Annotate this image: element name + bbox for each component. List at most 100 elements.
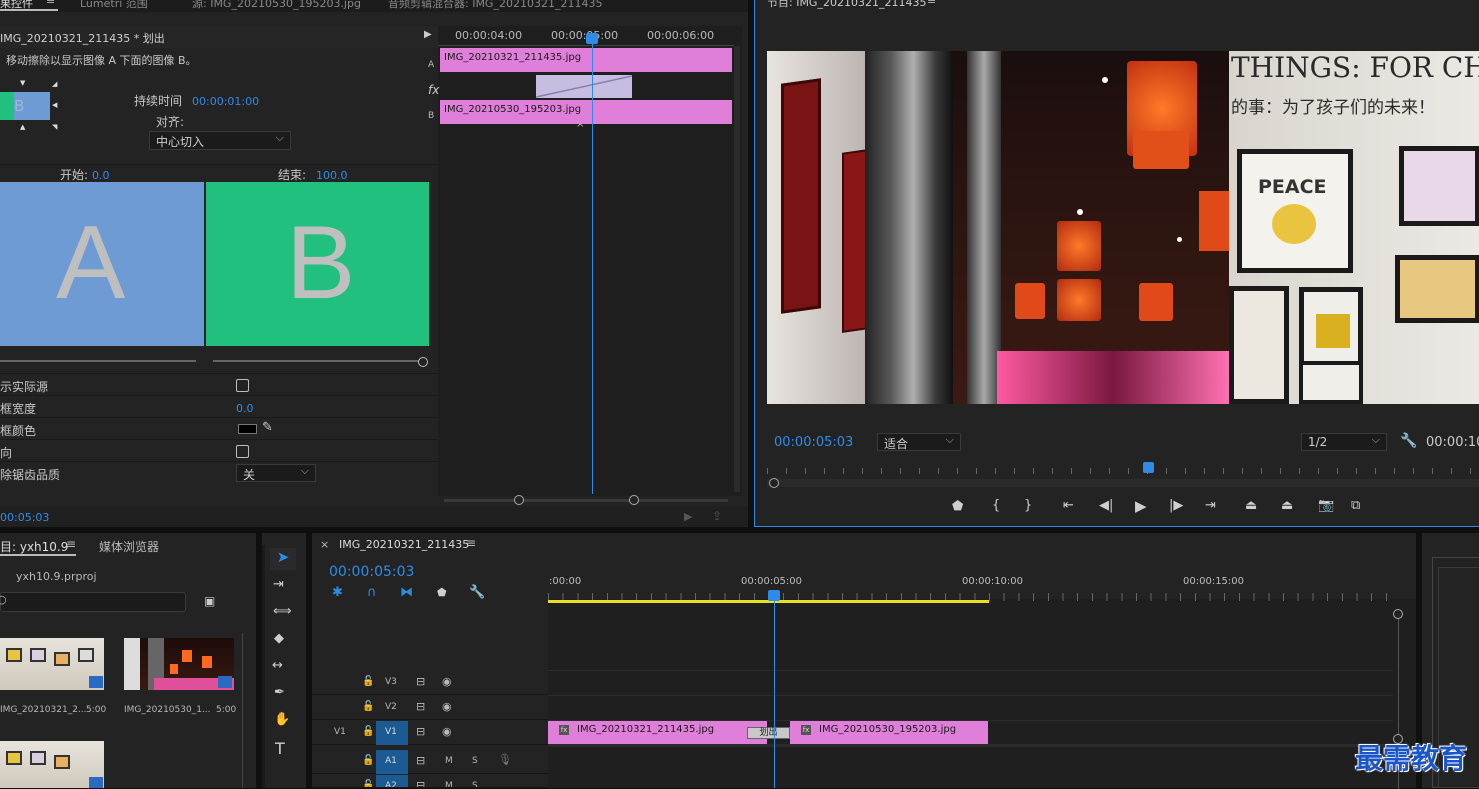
antialias-dropdown[interactable]: 关 (236, 464, 316, 482)
program-menu-icon[interactable]: ≡ (927, 0, 936, 7)
linked-selection-icon[interactable]: ⧓ (400, 585, 413, 600)
tab-project[interactable]: 目: yxh10.9 (0, 538, 68, 555)
lock-icon[interactable]: 🔓 (362, 755, 374, 766)
sync-icon[interactable]: ⊟ (416, 725, 425, 738)
play-only-icon[interactable]: ▶ (424, 29, 432, 40)
add-marker-icon[interactable]: ⬟ (952, 499, 963, 514)
add-marker-icon[interactable]: ⬟ (437, 586, 447, 599)
mini-playhead-handle[interactable] (586, 33, 598, 44)
zoom-handle-right[interactable] (629, 495, 639, 505)
settings-wrench-icon[interactable]: 🔧 (1400, 433, 1417, 449)
thumb-corner-icon[interactable]: ◢ (52, 80, 57, 88)
project-thumb-2[interactable] (124, 638, 234, 690)
go-to-out-icon[interactable]: ⇥ (1205, 498, 1216, 513)
tab-source[interactable]: 源: IMG_20210530_195203.jpg (192, 0, 361, 11)
zoom-handle-left[interactable] (514, 495, 524, 505)
ec-current-time[interactable]: 00:05:03 (0, 511, 49, 524)
selection-tool[interactable]: ➤ (270, 548, 296, 570)
lock-icon[interactable]: 🔓 (362, 780, 374, 787)
program-ruler[interactable] (767, 462, 1479, 476)
mark-in-icon[interactable]: { (992, 498, 1000, 513)
sync-icon[interactable]: ⊟ (416, 700, 425, 713)
eyedropper-icon[interactable]: ✎ (262, 420, 273, 435)
thumb-arrow-icon[interactable]: ▼ (20, 79, 25, 87)
close-sequence-icon[interactable]: × (320, 538, 329, 551)
mic-icon[interactable]: 🎙 (498, 753, 512, 766)
go-to-in-icon[interactable]: ⇤ (1063, 498, 1074, 513)
sync-icon[interactable]: ⊟ (416, 675, 425, 688)
mini-transition-bar[interactable] (536, 75, 632, 98)
solo-button[interactable]: S (472, 756, 478, 766)
mute-button[interactable]: M (445, 781, 453, 787)
timeline-playhead-handle[interactable] (768, 590, 780, 601)
source-patch-label[interactable]: V1 (334, 727, 346, 737)
snap-icon[interactable]: ∩ (367, 585, 377, 600)
thumb-corner-icon[interactable]: ◥ (52, 123, 57, 131)
type-tool-icon[interactable]: T (275, 739, 285, 758)
project-thumb-1[interactable] (0, 638, 104, 690)
end-slider[interactable] (213, 360, 419, 362)
reverse-checkbox[interactable] (236, 445, 249, 458)
start-slider[interactable] (0, 360, 196, 362)
sequence-menu-icon[interactable]: ≡ (466, 536, 476, 550)
sequence-tab[interactable]: IMG_20210321_211435 (339, 538, 469, 551)
lock-icon[interactable]: 🔓 (362, 701, 374, 712)
resolution-dropdown[interactable]: 1/2 (1301, 433, 1387, 451)
start-value[interactable]: 0.0 (92, 169, 110, 182)
compare-icon[interactable]: ⧉ (1351, 498, 1360, 513)
thumb-arrow-icon[interactable]: ▲ (20, 123, 25, 131)
align-dropdown[interactable]: 中心切入 (149, 131, 291, 150)
border-width-value[interactable]: 0.0 (236, 402, 254, 415)
hand-icon[interactable]: ✋ (274, 712, 290, 727)
ripple-edit-icon[interactable]: ⟺ (273, 604, 292, 619)
camera-icon[interactable]: 📷 (1318, 498, 1334, 513)
step-back-icon[interactable]: ◀| (1099, 498, 1113, 513)
mini-clip-b[interactable]: IMG_20210530_195203.jpg (440, 100, 732, 124)
mini-scrollbar[interactable] (734, 46, 740, 492)
timeline-settings-icon[interactable]: 🔧 (469, 585, 485, 600)
step-forward-icon[interactable]: |▶ (1169, 498, 1183, 513)
timeline-scroll-handle[interactable] (1393, 609, 1403, 619)
lock-icon[interactable]: 🔓 (362, 676, 374, 687)
menu-icon[interactable]: ≡ (46, 0, 55, 7)
mute-button[interactable]: M (445, 756, 453, 766)
eye-icon[interactable]: ◉ (442, 725, 452, 738)
border-color-swatch[interactable] (238, 424, 257, 434)
snap-nested-icon[interactable]: ✱ (332, 585, 343, 600)
tab-lumetri[interactable]: Lumetri 范围 (80, 0, 148, 11)
play-icon[interactable]: ▶ (1135, 497, 1147, 515)
timeline-transition[interactable]: 划出 (747, 727, 790, 739)
duration-value[interactable]: 00:00:01:00 (192, 95, 259, 108)
project-menu-icon[interactable]: ≡ (66, 537, 76, 551)
mark-out-icon[interactable]: } (1024, 498, 1032, 513)
razor-icon[interactable]: ◆ (274, 631, 284, 646)
sequence-timecode[interactable]: 00:00:05:03 (329, 564, 414, 580)
program-scrollbar[interactable] (767, 479, 1479, 487)
new-bin-icon[interactable]: ▣ (204, 594, 215, 608)
ec-play-icon[interactable]: ▶ (684, 510, 692, 523)
mini-zoom-bar[interactable] (444, 499, 728, 502)
program-timecode[interactable]: 00:00:05:03 (774, 435, 853, 450)
track-select-icon[interactable]: ⇥ (273, 577, 284, 592)
end-slider-handle[interactable] (418, 357, 428, 367)
timeline-clip-1[interactable]: fx IMG_20210321_211435.jpg (548, 721, 767, 744)
solo-button[interactable]: S (472, 781, 478, 787)
mini-clip-a[interactable]: IMG_20210321_211435.jpg (440, 48, 732, 72)
tab-media-browser[interactable]: 媒体浏览器 (99, 538, 159, 555)
show-source-checkbox[interactable] (236, 379, 249, 392)
extract-icon[interactable]: ⏏ (1281, 498, 1293, 513)
lock-icon[interactable]: 🔓 (362, 726, 374, 737)
project-thumb-3[interactable] (0, 741, 104, 788)
end-value[interactable]: 100.0 (316, 169, 348, 182)
eye-icon[interactable]: ◉ (442, 700, 452, 713)
thumb-arrow-icon[interactable]: ◀ (52, 101, 57, 109)
project-scrollbar[interactable] (242, 633, 243, 788)
sync-icon[interactable]: ⊟ (416, 754, 425, 767)
eye-icon[interactable]: ◉ (442, 675, 452, 688)
fit-dropdown[interactable]: 适合 (877, 433, 961, 451)
pen-icon[interactable]: ✒ (274, 685, 285, 700)
tab-audio-mixer[interactable]: 音频剪辑混合器: IMG_20210321_211435 (388, 0, 602, 11)
project-search-input[interactable] (0, 592, 186, 612)
sync-icon[interactable]: ⊟ (416, 779, 425, 787)
fx-icon[interactable]: fx (428, 83, 439, 97)
